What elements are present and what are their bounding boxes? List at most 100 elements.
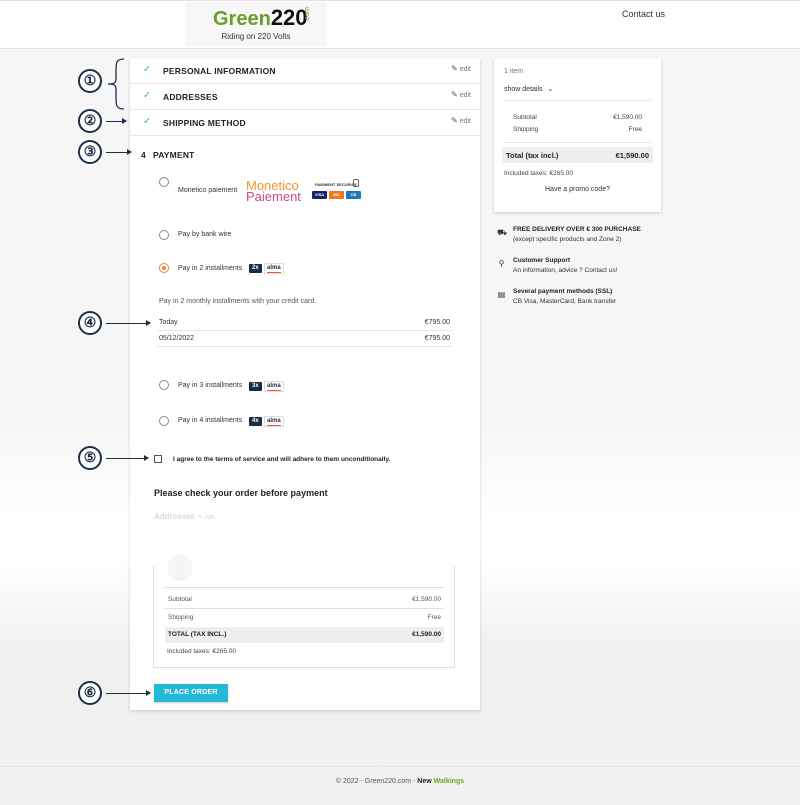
callout-2: ②: [78, 109, 102, 133]
mastercard-icon: MC: [329, 191, 344, 199]
edit-link[interactable]: ✎ edit: [451, 116, 471, 125]
step-title: SHIPPING METHOD: [163, 118, 246, 128]
promo-code-link[interactable]: Have a promo code?: [494, 186, 661, 193]
product-thumbnail: [168, 555, 192, 579]
place-order-button[interactable]: PLACE ORDER: [154, 684, 228, 702]
reassurance-payment: ▤ Several payment methods (SSL) CB Visa,…: [497, 288, 667, 310]
reassurance-delivery: ⛟ FREE DELIVERY OVER € 300 PURCHASE (exc…: [497, 226, 667, 248]
logo-wordmark: Green220: [213, 7, 308, 31]
reassurance-title: Several payment methods (SSL): [513, 288, 613, 295]
review-subtotal-value: €1,590.00: [412, 596, 441, 603]
pencil-icon: ✎: [451, 116, 458, 125]
installment-row: Today €795.00: [157, 315, 452, 331]
arrow-head-icon: [146, 320, 151, 326]
arrow-head-icon: [146, 690, 151, 696]
footer-new-link[interactable]: New: [417, 778, 431, 785]
pencil-icon: ✎: [451, 64, 458, 73]
arrow-line: [106, 323, 148, 324]
reassurance-text: CB Visa, MasterCard, Bank transfer: [513, 298, 617, 305]
site-logo[interactable]: Green220 .com Riding on 220 Volts: [185, 2, 327, 46]
installment-schedule: Today €795.00 05/12/2022 €795.00: [157, 315, 452, 347]
review-shipping-value: Free: [427, 614, 441, 621]
review-shipping-row: Shipping Free: [165, 610, 444, 626]
step-addresses[interactable]: ✓ ADDRESSES ✎ edit: [130, 84, 480, 110]
arrow-line: [106, 152, 129, 153]
radio-two-installments[interactable]: [159, 263, 169, 273]
alma-logo: alma: [264, 381, 284, 392]
edit-label: edit: [459, 118, 471, 125]
cart-item-count: 1 item: [504, 68, 524, 75]
site-footer: © 2022 - Green220.com - New Walkings: [0, 778, 800, 785]
summary-taxes: Included taxes: €265.00: [504, 170, 574, 177]
show-details-label: show details: [504, 86, 543, 93]
review-total-row: TOTAL (TAX INCL.) €1,590.00: [165, 627, 444, 643]
logo-dotcom-text: .com: [304, 7, 311, 23]
credit-card-icon: ▤: [497, 290, 506, 299]
reassurance-title: Customer Support: [513, 257, 571, 264]
divider: [165, 608, 444, 609]
terms-checkbox[interactable]: [154, 455, 162, 463]
summary-shipping-row: Shipping Free: [513, 126, 642, 133]
summary-shipping-value: Free: [628, 126, 642, 133]
review-addresses-edit[interactable]: ✎ edit: [198, 515, 214, 521]
contact-us-link[interactable]: Contact us: [622, 9, 665, 19]
truck-icon: ⛟: [497, 228, 508, 237]
installment-row: 05/12/2022 €795.00: [157, 331, 452, 347]
site-header: Green220 .com Riding on 220 Volts Contac…: [0, 0, 800, 49]
edit-label: edit: [459, 66, 471, 73]
review-title: Please check your order before payment: [154, 488, 328, 498]
step-shipping-method[interactable]: ✓ SHIPPING METHOD ✎ edit: [130, 110, 480, 136]
show-details-toggle[interactable]: show details ⌄: [504, 85, 553, 93]
radio-monetico[interactable]: [159, 177, 169, 187]
summary-subtotal-label: Subtotal: [513, 114, 537, 121]
option-two-installments-label[interactable]: Pay in 2 installments: [178, 265, 242, 272]
secure-payment-label: PAIEMENT SECURISE: [315, 182, 357, 187]
monetico-logo: Monetico Paiement: [246, 179, 301, 203]
alma-logo: alma: [264, 416, 284, 427]
arrow-line: [106, 121, 123, 122]
footer-walkings-link[interactable]: Walkings: [434, 778, 464, 785]
reassurance-text: An information, advice ? Contact us!: [513, 267, 618, 274]
radio-three-installments[interactable]: [159, 380, 169, 390]
divider: [165, 587, 444, 588]
review-shipping-label: Shipping: [168, 614, 194, 621]
check-icon: ✓: [143, 90, 152, 101]
radio-bank-wire[interactable]: [159, 230, 169, 240]
option-four-installments-label[interactable]: Pay in 4 installments: [178, 417, 242, 424]
summary-total-value: €1,590.00: [615, 151, 649, 160]
arrow-head-icon: [122, 118, 127, 124]
badge-2x: 2x: [249, 264, 262, 273]
alma-logo: alma: [264, 263, 284, 274]
divider: [504, 142, 651, 143]
pencil-icon: ✎: [451, 90, 458, 99]
installment-date: Today: [159, 319, 178, 326]
reassurance-text: (except specific products and Zone 2): [513, 236, 622, 243]
edit-link[interactable]: ✎ edit: [451, 90, 471, 99]
step-payment-number: 4: [141, 150, 146, 160]
badge-3x: 3x: [249, 382, 262, 391]
terms-label[interactable]: I agree to the terms of service and will…: [173, 456, 390, 463]
step-personal-information[interactable]: ✓ PERSONAL INFORMATION ✎ edit: [130, 58, 480, 84]
visa-icon: VISA: [312, 191, 327, 199]
radio-four-installments[interactable]: [159, 416, 169, 426]
edit-link[interactable]: ✎ edit: [451, 64, 471, 73]
review-total-label: TOTAL (TAX INCL.): [168, 631, 227, 638]
footer-divider: [0, 766, 800, 767]
callout-3: ③: [78, 140, 102, 164]
installment-amount: €795.00: [424, 335, 450, 342]
summary-subtotal-row: Subtotal €1,590.00: [513, 114, 642, 121]
option-monetico-label[interactable]: Monetico paiement: [178, 187, 237, 194]
option-bank-wire-label[interactable]: Pay by bank wire: [178, 231, 231, 238]
lock-icon: [353, 179, 359, 187]
step-title: PERSONAL INFORMATION: [163, 66, 276, 76]
arrow-head-icon: [127, 149, 132, 155]
option-three-installments-label[interactable]: Pay in 3 installments: [178, 382, 242, 389]
review-taxes: Included taxes: €265.00: [167, 648, 237, 655]
support-icon: ⚲: [498, 259, 505, 268]
step-title: ADDRESSES: [163, 92, 218, 102]
review-edit-label: edit: [204, 515, 215, 521]
installment-amount: €795.00: [424, 319, 450, 326]
footer-copyright: © 2022 - Green220.com -: [335, 778, 418, 785]
reassurance-title: FREE DELIVERY OVER € 300 PURCHASE: [513, 226, 641, 233]
summary-total-label: Total (tax incl.): [506, 151, 559, 160]
